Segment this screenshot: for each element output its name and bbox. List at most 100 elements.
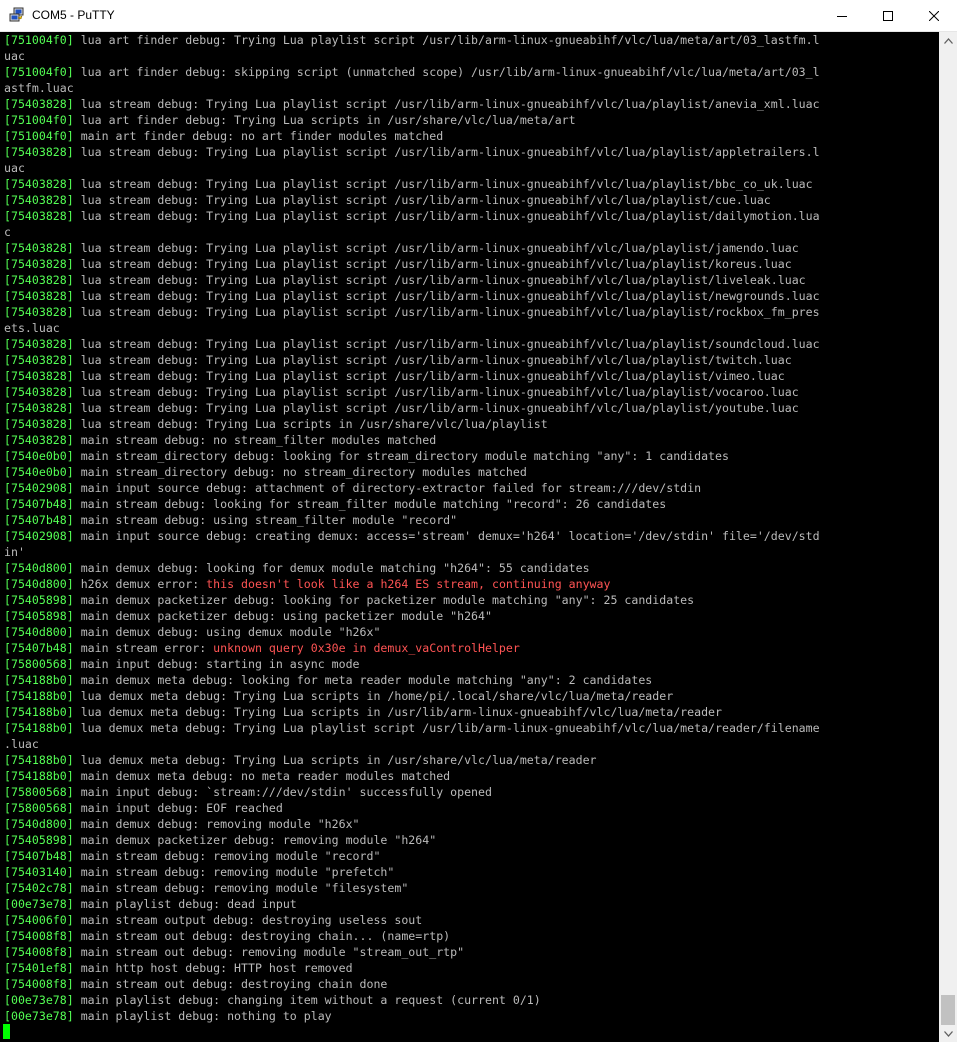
terminal-line: [754006f0] main stream output debug: des… [4,912,938,928]
log-address: [75403828] [4,289,74,303]
log-message: main stream out debug: removing module "… [73,945,465,959]
log-address: [75403828] [4,273,74,287]
log-address: [75402908] [4,529,74,543]
log-message: main stream debug: using stream_filter m… [73,513,458,527]
log-address: [7540e0b0] [4,465,74,479]
window-title: COM5 - PuTTY [32,8,115,22]
terminal-line: astfm.luac [4,80,938,96]
log-address: [75403828] [4,369,74,383]
terminal-line: [754188b0] lua demux meta debug: Trying … [4,688,938,704]
log-address: [75800568] [4,801,74,815]
terminal-line: [75403828] lua stream debug: Trying Lua … [4,384,938,400]
putty-icon[interactable] [9,7,25,23]
log-address: [751004f0] [4,33,74,47]
terminal-line: .luac [4,736,938,752]
log-message: main http host debug: HTTP host removed [73,961,353,975]
terminal-line: uac [4,48,938,64]
log-address: [75800568] [4,785,74,799]
terminal-line: [75407b48] main stream debug: looking fo… [4,496,938,512]
log-message: .luac [4,737,39,751]
log-message: lua stream debug: Trying Lua playlist sc… [73,257,792,271]
scroll-down-button[interactable] [939,1025,957,1042]
log-address: [75402c78] [4,881,74,895]
log-address: [75403828] [4,257,74,271]
terminal-line: [75403828] lua stream debug: Trying Lua … [4,352,938,368]
log-message: lua stream debug: Trying Lua playlist sc… [73,401,799,415]
log-address: [751004f0] [4,129,74,143]
log-message: main playlist debug: dead input [73,897,297,911]
close-button[interactable] [911,0,957,31]
maximize-icon [883,10,893,21]
log-address: [754008f8] [4,929,74,943]
log-message: main stream debug: removing module "file… [73,881,409,895]
terminal-line: [754188b0] main demux meta debug: no met… [4,768,938,784]
terminal-line: [75407b48] main stream error: unknown qu… [4,640,938,656]
log-message: main input source debug: creating demux:… [73,529,820,543]
vertical-scrollbar[interactable] [939,32,957,1042]
log-message: main input source debug: attachment of d… [73,481,702,495]
terminal-line: [7540d800] main demux debug: using demux… [4,624,938,640]
terminal-line: ets.luac [4,320,938,336]
terminal-line: [75402908] main input source debug: crea… [4,528,938,544]
terminal-line: [75403828] lua stream debug: Trying Lua … [4,272,938,288]
terminal-line: [7540d800] h26x demux error: this doesn'… [4,576,938,592]
log-address: [75403828] [4,433,74,447]
log-address: [75403828] [4,193,74,207]
terminal-line: [75405898] main demux packetizer debug: … [4,832,938,848]
log-address: [75403828] [4,353,74,367]
log-address: [75403828] [4,385,74,399]
log-message: lua stream debug: Trying Lua playlist sc… [73,385,799,399]
terminal-line: [754188b0] main demux meta debug: lookin… [4,672,938,688]
log-address: [75403828] [4,177,74,191]
log-error-text: unknown query 0x30e in demux_vaControlHe… [213,641,520,655]
terminal-line: [75403828] lua stream debug: Trying Lua … [4,144,938,160]
terminal-output[interactable]: [751004f0] lua art finder debug: Trying … [0,32,939,1042]
scroll-up-button[interactable] [939,32,957,49]
log-message: lua art finder debug: Trying Lua playlis… [73,33,820,47]
log-address: [754188b0] [4,753,74,767]
log-message: main stream_directory debug: looking for… [73,449,729,463]
log-message: main stream_directory debug: no stream_d… [73,465,527,479]
log-message: c [4,225,11,239]
log-message: main playlist debug: nothing to play [73,1009,332,1023]
terminal-line: [00e73e78] main playlist debug: nothing … [4,1008,938,1024]
terminal-line: [754008f8] main stream out debug: destro… [4,928,938,944]
terminal-cursor [3,1024,10,1039]
log-address: [7540d800] [4,561,74,575]
scrollbar-thumb[interactable] [941,995,955,1025]
log-message: main input debug: starting in async mode [73,657,360,671]
log-address: [75405898] [4,593,74,607]
terminal-line: [75405898] main demux packetizer debug: … [4,592,938,608]
log-address: [754188b0] [4,721,74,735]
log-address: [75407b48] [4,513,74,527]
log-address: [75403828] [4,305,74,319]
terminal-line: [751004f0] main art finder debug: no art… [4,128,938,144]
terminal-line: [75407b48] main stream debug: removing m… [4,848,938,864]
terminal-line: [7540d800] main demux debug: removing mo… [4,816,938,832]
log-message: main demux packetizer debug: looking for… [73,593,695,607]
terminal-line: [75403828] lua stream debug: Trying Lua … [4,192,938,208]
maximize-button[interactable] [865,0,911,31]
log-address: [00e73e78] [4,897,74,911]
log-message: main demux meta debug: no meta reader mo… [73,769,451,783]
terminal-line: [75800568] main input debug: starting in… [4,656,938,672]
log-address: [75403828] [4,417,74,431]
log-address: [754006f0] [4,913,74,927]
log-address: [75800568] [4,657,74,671]
terminal-line: [751004f0] lua art finder debug: Trying … [4,112,938,128]
arrow-up-icon [943,37,953,44]
terminal-line: [75402908] main input source debug: atta… [4,480,938,496]
terminal-line: [75403828] lua stream debug: Trying Lua … [4,400,938,416]
log-message: lua art finder debug: Trying Lua scripts… [73,113,576,127]
log-address: [754008f8] [4,977,74,991]
log-address: [75403828] [4,145,74,159]
log-message: lua stream debug: Trying Lua playlist sc… [73,209,820,223]
title-bar[interactable]: COM5 - PuTTY [0,0,957,32]
log-message: lua demux meta debug: Trying Lua scripts… [73,753,597,767]
terminal-line: [00e73e78] main playlist debug: dead inp… [4,896,938,912]
terminal-line: [75403828] lua stream debug: Trying Lua … [4,416,938,432]
minimize-button[interactable] [819,0,865,31]
terminal-line: [75403828] lua stream debug: Trying Lua … [4,208,938,224]
log-message: lua stream debug: Trying Lua playlist sc… [73,193,771,207]
log-message: lua stream debug: Trying Lua playlist sc… [73,289,820,303]
